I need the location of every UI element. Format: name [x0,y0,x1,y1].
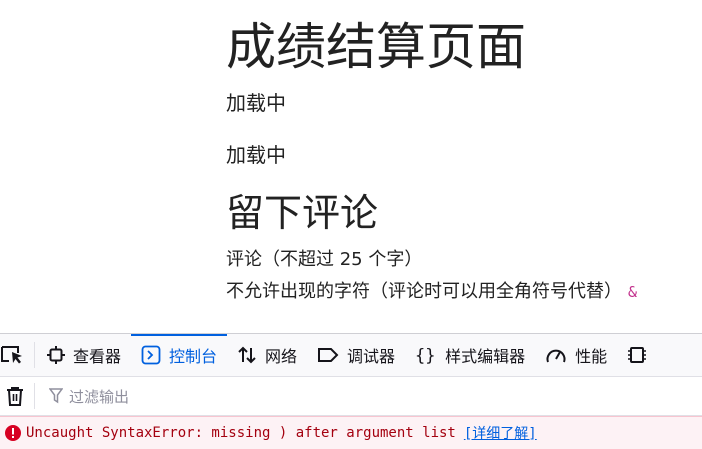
memory-icon [628,347,647,363]
forbidden-chars-text: 不允许出现的字符（评论时可以用全角符号代替） [226,281,622,302]
comment-hint: 评论（不超过 25 个字） [226,249,423,270]
toolbar-separator [34,342,35,368]
clear-console-button[interactable] [0,386,30,406]
page-title: 成绩结算页面 [226,18,526,76]
tab-network[interactable]: 网络 [227,334,307,376]
inspector-icon [47,346,65,364]
filter-placeholder: 过滤输出 [69,387,130,406]
filter-icon [49,388,63,404]
tab-inspector-label: 查看器 [73,347,122,366]
page-content: 成绩结算页面 加载中 加载中 留下评论 评论（不超过 25 个字） 不允许出现的… [0,0,702,333]
error-icon [0,425,26,441]
network-icon [238,346,256,364]
tab-memory[interactable] [617,334,657,376]
tab-debugger-label: 调试器 [347,347,396,366]
performance-icon [546,349,566,363]
tab-performance[interactable]: 性能 [535,334,617,376]
console-filter-bar: 过滤输出 [0,377,702,416]
loading-text-2: 加载中 [226,143,286,167]
debugger-icon [318,348,339,362]
element-picker-button[interactable] [0,334,32,376]
trash-icon [7,387,23,406]
style-editor-icon: {} [415,346,435,365]
learn-more-link[interactable]: [详细了解] [464,423,537,443]
devtools-panel: 查看器 控制台 网络 调试器 {} 样式编辑器 性能 过滤输出 Uncaught… [0,333,702,449]
filter-output-input[interactable]: 过滤输出 [49,386,129,407]
tab-style-editor[interactable]: {} 样式编辑器 [405,334,535,376]
tab-performance-label: 性能 [575,347,608,366]
loading-text-1: 加载中 [226,91,286,115]
tab-style-editor-label: 样式编辑器 [445,347,526,366]
filter-separator [34,383,35,409]
forbidden-symbol: & [628,283,638,301]
error-text: Uncaught SyntaxError: missing ) after ar… [26,425,456,441]
tab-debugger[interactable]: 调试器 [307,334,405,376]
console-icon [141,345,161,365]
tab-inspector[interactable]: 查看器 [37,334,131,376]
console-error-message: Uncaught SyntaxError: missing ) after ar… [0,416,702,449]
tab-network-label: 网络 [265,347,298,366]
svg-text:{}: {} [415,346,435,365]
element-picker-icon [1,346,22,364]
tab-console-label: 控制台 [169,347,218,366]
comment-heading: 留下评论 [226,191,379,235]
forbidden-chars-line: 不允许出现的字符（评论时可以用全角符号代替） & [226,280,637,304]
tab-console[interactable]: 控制台 [131,334,228,376]
devtools-toolbar: 查看器 控制台 网络 调试器 {} 样式编辑器 性能 [0,334,702,377]
